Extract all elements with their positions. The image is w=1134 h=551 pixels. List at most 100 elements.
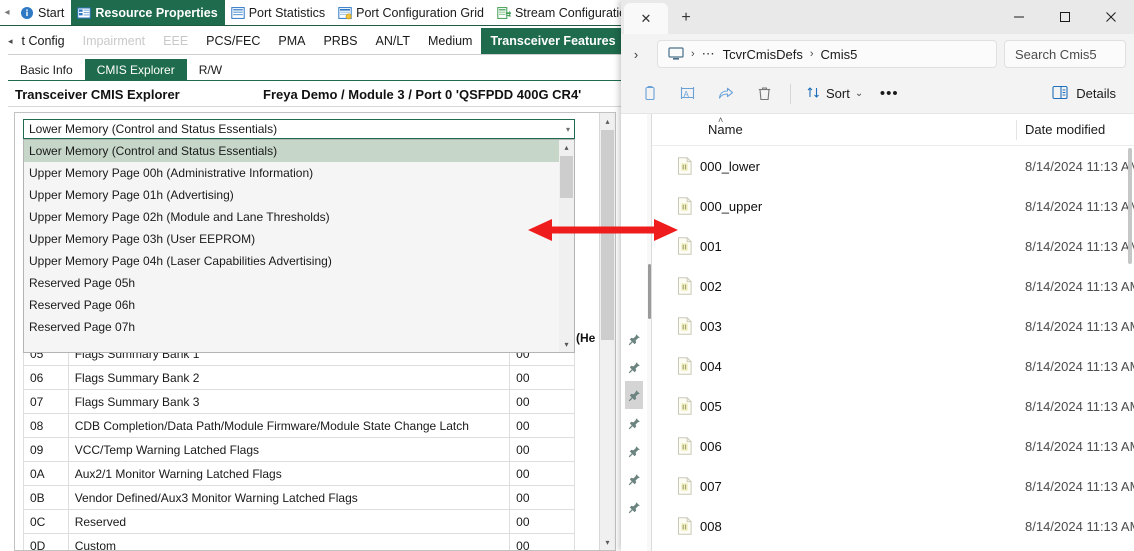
maximize-icon[interactable]	[1042, 0, 1088, 34]
register-name-cell: Vendor Defined/Aux3 Monitor Warning Latc…	[67, 485, 511, 510]
property-tab-pma[interactable]: PMA	[269, 28, 314, 54]
memory-page-dropdown-list[interactable]: Lower Memory (Control and Status Essenti…	[23, 139, 575, 353]
scroll-down-icon[interactable]: ▾	[600, 534, 615, 550]
table-row[interactable]: 0C Reserved 00	[23, 509, 575, 534]
file-list-item[interactable]: 002 8/14/2024 11:13 AM	[652, 266, 1134, 306]
table-row[interactable]: 0B Vendor Defined/Aux3 Monitor Warning La…	[23, 485, 575, 510]
file-name: 001	[700, 238, 722, 254]
property-tab-t-config[interactable]: t Config	[13, 28, 74, 54]
document-tab-stream-configuration[interactable]: Stream Configuration	[490, 0, 630, 25]
details-pane-button[interactable]: Details	[1044, 79, 1124, 109]
table-row[interactable]: 0D Custom 00	[23, 533, 575, 550]
statistics-icon	[230, 6, 245, 19]
explorer-tab[interactable]: ✕	[624, 3, 668, 34]
file-list-scrollbar[interactable]	[1128, 148, 1132, 264]
file-list-item[interactable]: 001 8/14/2024 11:13 AM	[652, 226, 1134, 266]
register-name-cell: Flags Summary Bank 3	[67, 389, 511, 414]
copy-icon[interactable]	[631, 79, 669, 109]
tabstrip-prev-button[interactable]: ◂	[0, 0, 14, 25]
pin-icon[interactable]	[625, 409, 643, 437]
table-row[interactable]: 0A Aux2/1 Monitor Warning Latched Flags 00	[23, 461, 575, 486]
document-tab-port-statistics[interactable]: Port Statistics	[224, 0, 333, 25]
table-row[interactable]: 06 Flags Summary Bank 2 00	[23, 365, 575, 390]
see-more-button[interactable]: •••	[871, 79, 907, 109]
file-list-item[interactable]: 005 8/14/2024 11:13 AM	[652, 386, 1134, 426]
breadcrumb-item-tcvrcmisdefs[interactable]: TcvrCmisDefs	[723, 47, 803, 62]
file-list-item[interactable]: 000_lower 8/14/2024 11:13 AM	[652, 146, 1134, 186]
register-name-cell: Flags Summary Bank 2	[67, 365, 511, 390]
new-tab-button[interactable]: +	[673, 6, 699, 30]
dropdown-option[interactable]: Upper Memory Page 03h (User EEPROM)	[24, 228, 574, 250]
scroll-down-icon[interactable]: ▾	[559, 337, 574, 352]
dropdown-scrollbar[interactable]: ▴ ▾	[559, 140, 574, 352]
dropdown-option[interactable]: Upper Memory Page 01h (Advertising)	[24, 184, 574, 206]
pin-icon[interactable]	[625, 353, 643, 381]
table-row[interactable]: 09 VCC/Temp Warning Latched Flags 00	[23, 437, 575, 462]
breadcrumb[interactable]: › ⋯ TcvrCmisDefs › Cmis5	[657, 40, 997, 68]
column-header-name[interactable]: Name	[708, 122, 743, 137]
dropdown-option[interactable]: Upper Memory Page 00h (Administrative In…	[24, 162, 574, 184]
document-tab-start[interactable]: Start	[14, 0, 72, 25]
property-tab-pcs-fec[interactable]: PCS/FEC	[197, 28, 269, 54]
chevron-down-icon[interactable]: ⌄	[855, 88, 863, 99]
this-pc-icon	[668, 47, 684, 61]
file-list-item[interactable]: 006 8/14/2024 11:13 AM	[652, 426, 1134, 466]
splitter-grip[interactable]	[648, 264, 651, 319]
inner-tab-r-w[interactable]: R/W	[187, 59, 234, 80]
content-scrollbar[interactable]: ▴ ▾	[599, 113, 615, 550]
file-list-item[interactable]: 004 8/14/2024 11:13 AM	[652, 346, 1134, 386]
breadcrumb-item-cmis5[interactable]: Cmis5	[821, 47, 858, 62]
property-tab-an-lt[interactable]: AN/LT	[367, 28, 420, 54]
inner-tab-basic-info[interactable]: Basic Info	[8, 59, 85, 80]
resource-properties-window: ◂ Start Resource Properties Port Statistic…	[0, 0, 630, 551]
column-header-date-modified[interactable]: Date modified	[1025, 122, 1105, 137]
file-list-item[interactable]: 003 8/14/2024 11:13 AM	[652, 306, 1134, 346]
cmis-explorer-content-frame: Lower Memory (Control and Status Essenti…	[14, 112, 616, 551]
property-tab-medium[interactable]: Medium	[419, 28, 481, 54]
close-tab-icon[interactable]: ✕	[641, 11, 652, 27]
dropdown-option[interactable]: Reserved Page 07h	[24, 316, 574, 338]
register-name-cell: VCC/Temp Warning Latched Flags	[67, 437, 511, 462]
document-tab-port-configuration-grid[interactable]: Port Configuration Grid	[332, 0, 491, 25]
property-tab-prbs[interactable]: PRBS	[314, 28, 366, 54]
rename-icon[interactable]: A	[669, 79, 707, 109]
pin-icon[interactable]	[625, 325, 643, 353]
trash-icon[interactable]	[745, 79, 783, 109]
breadcrumb-ellipsis[interactable]: ⋯	[702, 46, 716, 62]
dropdown-option[interactable]: Lower Memory (Control and Status Essenti…	[24, 140, 574, 162]
file-list-item[interactable]: 008 8/14/2024 11:13 AM	[652, 506, 1134, 546]
close-icon[interactable]	[1088, 0, 1134, 34]
file-date-modified: 8/14/2024 11:13 AM	[1025, 318, 1134, 334]
search-input[interactable]: Search Cmis5	[1004, 40, 1126, 68]
property-tab-transceiver-features[interactable]: Transceiver Features	[481, 28, 625, 54]
pin-icon[interactable]	[625, 465, 643, 493]
dropdown-option[interactable]: Reserved Page 05h	[24, 272, 574, 294]
table-row[interactable]: 07 Flags Summary Bank 3 00	[23, 389, 575, 414]
dropdown-option[interactable]: Upper Memory Page 04h (Laser Capabilitie…	[24, 250, 574, 272]
dropdown-option[interactable]: Upper Memory Page 02h (Module and Lane T…	[24, 206, 574, 228]
grid-clip-region: Lower Memory (Control and Status Essenti…	[15, 113, 599, 550]
chevron-down-icon[interactable]: ▾	[566, 120, 570, 138]
document-tab-resource-properties[interactable]: Resource Properties	[71, 0, 225, 25]
pin-icon[interactable]	[625, 381, 643, 409]
file-list-item[interactable]: 000_upper 8/14/2024 11:13 AM	[652, 186, 1134, 226]
file-list-item[interactable]: 007 8/14/2024 11:13 AM	[652, 466, 1134, 506]
info-circle-icon	[21, 6, 33, 19]
scroll-up-icon[interactable]: ▴	[600, 113, 615, 129]
table-row[interactable]: 08 CDB Completion/Data Path/Module Firmwa…	[23, 413, 575, 438]
register-address-cell: 0A	[23, 461, 69, 486]
minimize-icon[interactable]	[996, 0, 1042, 34]
inner-tab-cmis-explorer[interactable]: CMIS Explorer	[84, 59, 187, 80]
file-name: 007	[700, 478, 722, 494]
dropdown-option[interactable]: Reserved Page 06h	[24, 294, 574, 316]
sort-button[interactable]: Sort ⌄	[798, 79, 871, 109]
pin-icon[interactable]	[625, 437, 643, 465]
pin-icon[interactable]	[625, 493, 643, 521]
dropdown-scroll-thumb[interactable]	[560, 156, 573, 198]
scroll-up-icon[interactable]: ▴	[559, 140, 574, 155]
file-list-item[interactable]: 0098/14/2024 11:13 AM	[652, 546, 1134, 551]
register-value-cell: 00	[509, 389, 575, 414]
forward-button[interactable]: ›	[621, 47, 651, 62]
share-icon[interactable]	[707, 79, 745, 109]
memory-page-combobox[interactable]: Lower Memory (Control and Status Essenti…	[23, 119, 575, 139]
